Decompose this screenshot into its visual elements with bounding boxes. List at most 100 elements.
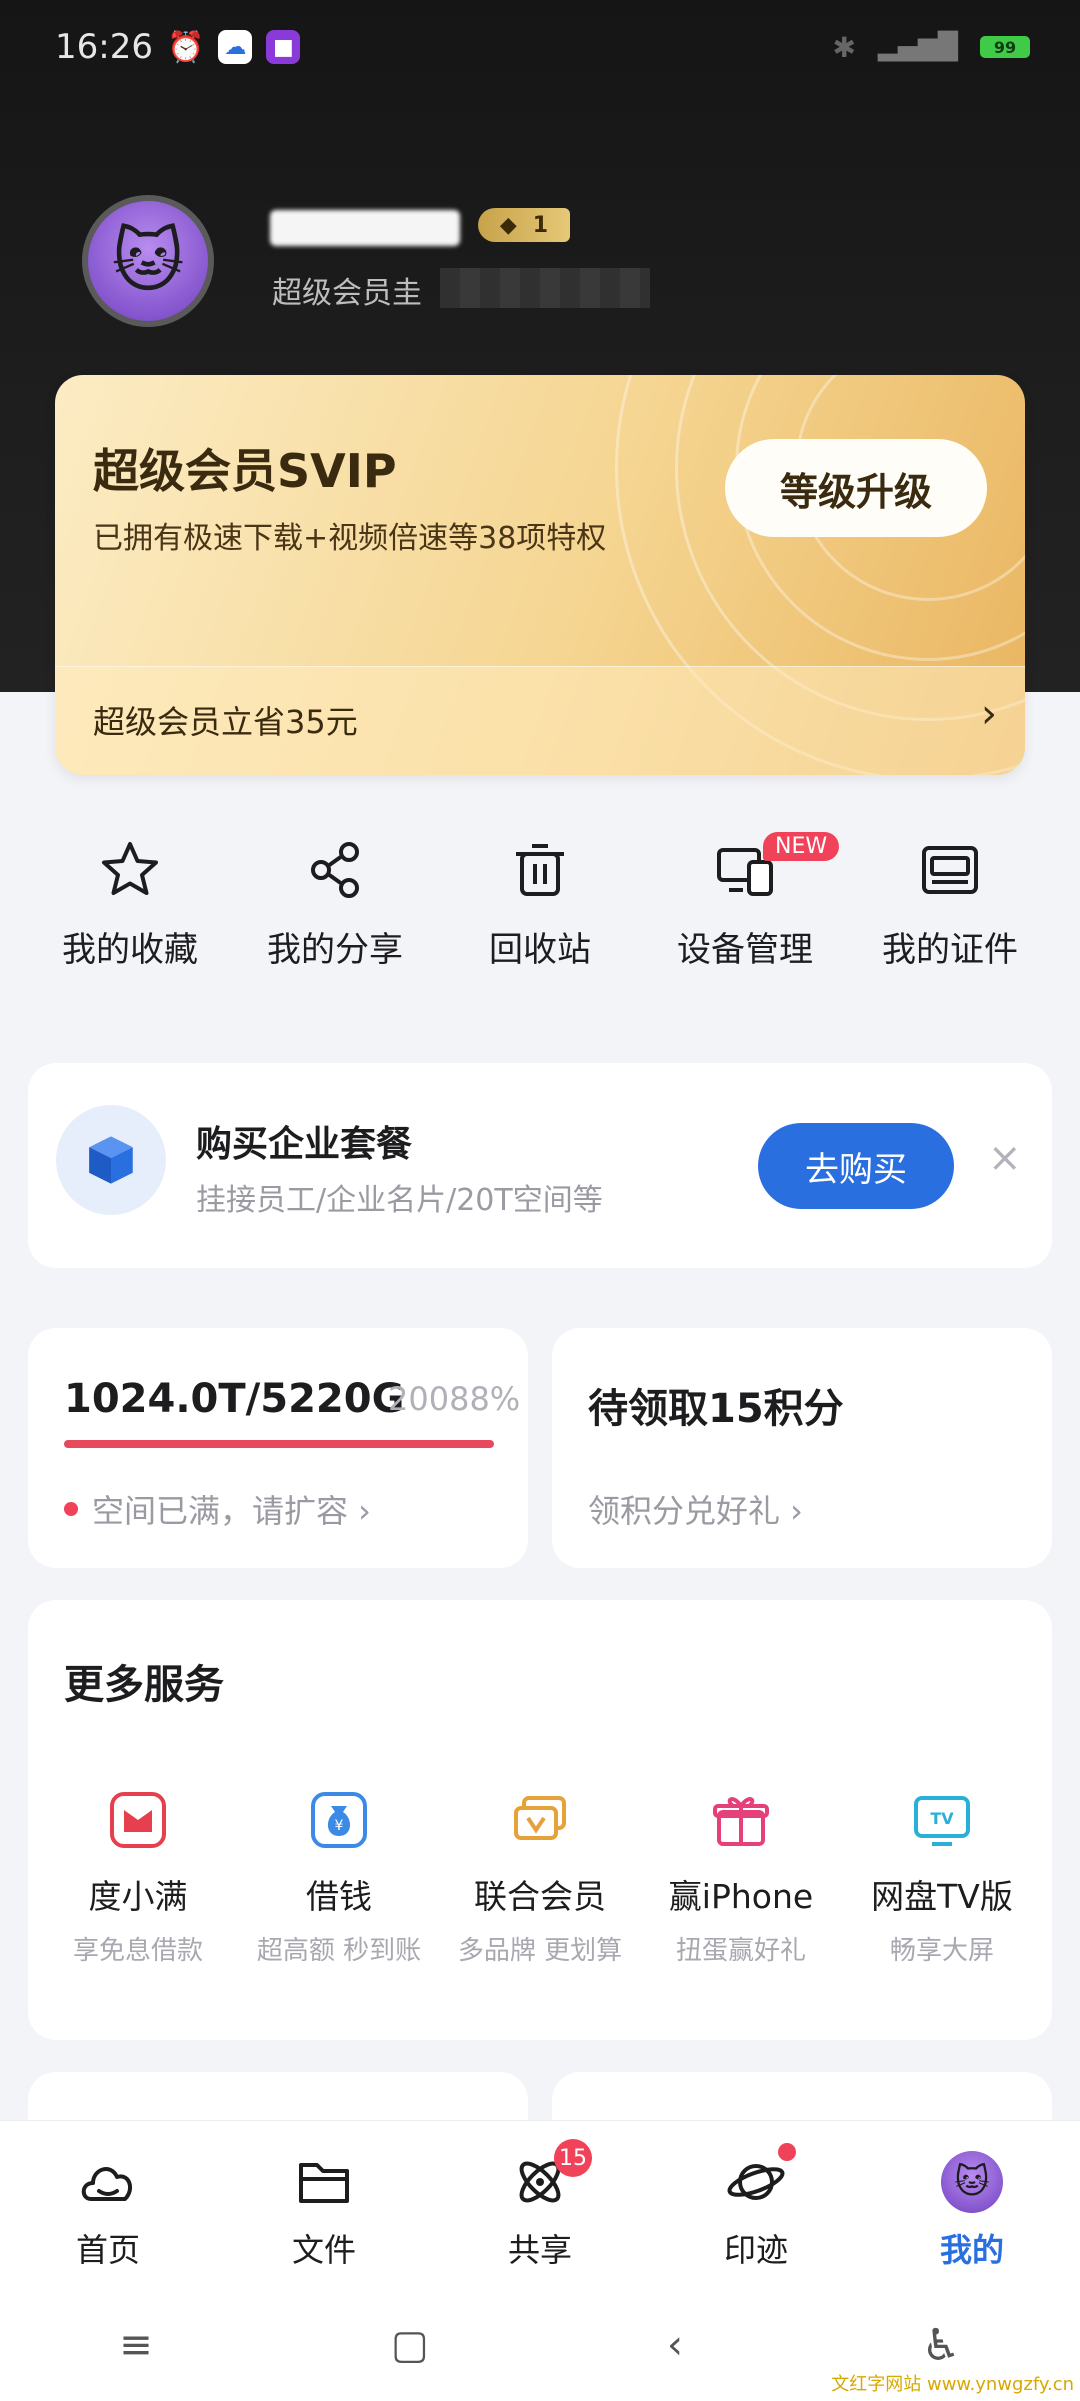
shortcut-label: 我的分享 <box>267 930 403 970</box>
id-card-icon <box>922 846 978 894</box>
nav-label: 文件 <box>291 2231 356 2269</box>
service-joint-membership[interactable]: 联合会员 多品牌 更划算 <box>440 1790 640 1967</box>
level-badge-number: 1 <box>532 212 549 238</box>
shortcut-recycle-bin[interactable]: 回收站 <box>440 838 640 998</box>
new-badge: NEW <box>763 832 840 861</box>
level-badge-icon: ◆ <box>499 212 517 238</box>
alert-dot-icon <box>64 1502 78 1516</box>
status-bar: 16:26 ⏰ ☁ ■ ✱ ▂▄▆█ 99 <box>55 22 1030 72</box>
service-desc: 享免息借款 <box>72 1936 203 1966</box>
shortcut-my-ids[interactable]: 我的证件 <box>850 838 1050 998</box>
service-win-iphone[interactable]: 赢iPhone 扭蛋赢好礼 <box>641 1790 841 1967</box>
shortcut-label: 设备管理 <box>677 930 813 970</box>
tv-icon: TV <box>914 1796 970 1846</box>
storage-card[interactable]: 1024.0T/5220G 20088% 空间已满，请扩容 › <box>28 1328 528 1568</box>
svip-footer-text: 超级会员立省35元 <box>93 703 358 741</box>
upgrade-level-button[interactable]: 等级升级 <box>725 439 987 537</box>
bluetooth-icon: ✱ <box>832 30 857 64</box>
services-row: 度小满 享免息借款 ¥ 借钱 超高额 秒到账 联合会员 多品牌 更划算 赢iPh… <box>38 1790 1042 1967</box>
service-desc: 多品牌 更划算 <box>457 1936 623 1966</box>
planet-icon <box>727 2164 785 2200</box>
svip-title: 超级会员SVIP <box>93 444 397 498</box>
service-name: 网盘TV版 <box>871 1877 1013 1916</box>
shortcut-label: 我的证件 <box>882 930 1018 970</box>
service-name: 度小满 <box>88 1877 188 1916</box>
storage-status-text: 空间已满，请扩容 › <box>92 1492 371 1530</box>
points-subtitle: 领积分兑好礼 › <box>588 1492 803 1530</box>
trash-icon <box>516 844 564 896</box>
bottom-nav-items: 首页 文件 15 共享 印迹 🐱 我的 <box>0 2139 1080 2271</box>
home-square-icon[interactable]: ▢ <box>391 2322 429 2368</box>
cat-avatar-icon: 🐱 <box>111 220 185 302</box>
watermark: 文红字网站 www.ynwgzfy.cn <box>831 2374 1074 2395</box>
nav-label: 我的 <box>939 2231 1004 2269</box>
service-name: 赢iPhone <box>668 1877 814 1916</box>
money-bag-icon: ¥ <box>311 1792 367 1848</box>
avatar-icon: 🐱 <box>941 2151 1003 2213</box>
shortcut-label: 我的收藏 <box>62 930 198 970</box>
nav-share[interactable]: 15 共享 <box>460 2139 620 2271</box>
shortcut-device-management[interactable]: NEW 设备管理 <box>645 832 845 998</box>
notification-dot <box>778 2143 796 2161</box>
buy-button[interactable]: 去购买 <box>758 1123 954 1209</box>
username-redacted <box>270 210 460 246</box>
storage-status[interactable]: 空间已满，请扩容 › <box>64 1486 371 1532</box>
service-name: 借钱 <box>306 1877 372 1916</box>
signal-icon: ▂▄▆█ <box>878 32 958 62</box>
back-icon[interactable]: ‹ <box>667 2322 683 2368</box>
subtitle-redacted <box>440 268 650 308</box>
svip-card[interactable]: 超级会员SVIP 已拥有极速下载+视频倍速等38项特权 等级升级 超级会员立省3… <box>55 375 1025 775</box>
vip-cards-icon <box>514 1796 566 1840</box>
folder-icon <box>299 2163 349 2203</box>
svip-description: 已拥有极速下载+视频倍速等38项特权 <box>93 521 607 556</box>
nav-files[interactable]: 文件 <box>244 2151 404 2271</box>
svg-text:¥: ¥ <box>335 1818 344 1834</box>
battery-icon: 99 <box>980 36 1030 58</box>
svip-footer[interactable]: 超级会员立省35元 › <box>55 666 1025 775</box>
service-name: 联合会员 <box>474 1877 606 1916</box>
storage-percent: 20088% <box>388 1380 521 1418</box>
enterprise-plan-card[interactable]: 购买企业套餐 挂接员工/企业名片/20T空间等 去购买 × <box>28 1063 1052 1268</box>
nav-mine[interactable]: 🐱 我的 <box>892 2151 1052 2271</box>
share-count-badge: 15 <box>554 2139 592 2177</box>
service-borrow-money[interactable]: ¥ 借钱 超高额 秒到账 <box>239 1790 439 1967</box>
nav-label: 共享 <box>507 2231 572 2269</box>
svg-text:TV: TV <box>930 1809 954 1828</box>
nav-label: 首页 <box>75 2231 140 2269</box>
star-icon <box>102 842 158 895</box>
storage-progress-bar <box>64 1440 494 1448</box>
storage-value: 1024.0T/5220G <box>64 1376 405 1422</box>
share-icon <box>311 842 359 898</box>
app-notification-icon-2: ■ <box>266 30 301 64</box>
service-tv-version[interactable]: TV 网盘TV版 畅享大屏 <box>842 1790 1042 1967</box>
service-desc: 超高额 秒到账 <box>256 1936 422 1966</box>
member-subtitle: 超级会员圭 <box>272 276 422 311</box>
duxiaoman-icon <box>110 1792 166 1848</box>
app-notification-icon: ☁ <box>218 30 253 64</box>
accessibility-icon[interactable]: ♿ <box>921 2320 960 2371</box>
menu-icon[interactable]: ≡ <box>119 2322 153 2368</box>
level-badge[interactable]: ◆ 1 <box>478 208 570 242</box>
close-icon[interactable]: × <box>988 1135 1022 1181</box>
nav-home[interactable]: 首页 <box>28 2151 188 2271</box>
nav-traces[interactable]: 印迹 <box>676 2143 836 2271</box>
shortcut-shares[interactable]: 我的分享 <box>235 838 435 998</box>
profile-avatar[interactable]: 🐱 <box>82 195 214 327</box>
status-time: 16:26 <box>55 27 153 67</box>
enterprise-title: 购买企业套餐 <box>196 1124 413 1165</box>
enterprise-subtitle: 挂接员工/企业名片/20T空间等 <box>196 1183 603 1218</box>
service-desc: 畅享大屏 <box>889 1936 994 1966</box>
points-title: 待领取15积分 <box>588 1386 844 1432</box>
service-desc: 扭蛋赢好礼 <box>675 1936 806 1966</box>
shortcut-row: 我的收藏 我的分享 回收站 NEW 设备管理 我的证件 <box>30 832 1050 998</box>
cloud-home-icon <box>81 2167 133 2201</box>
gift-icon <box>713 1797 769 1846</box>
points-card[interactable]: 待领取15积分 领积分兑好礼 › <box>552 1328 1052 1568</box>
more-services-card: 更多服务 度小满 享免息借款 ¥ 借钱 超高额 秒到账 联合会员 多品牌 更划算… <box>28 1600 1052 2040</box>
service-duxiaoman[interactable]: 度小满 享免息借款 <box>38 1790 238 1967</box>
storage-progress-fill <box>64 1440 494 1448</box>
enterprise-cube-icon <box>56 1105 166 1215</box>
shortcut-label: 回收站 <box>489 930 591 970</box>
shortcut-favorites[interactable]: 我的收藏 <box>30 838 230 998</box>
chevron-right-icon: › <box>981 691 997 737</box>
